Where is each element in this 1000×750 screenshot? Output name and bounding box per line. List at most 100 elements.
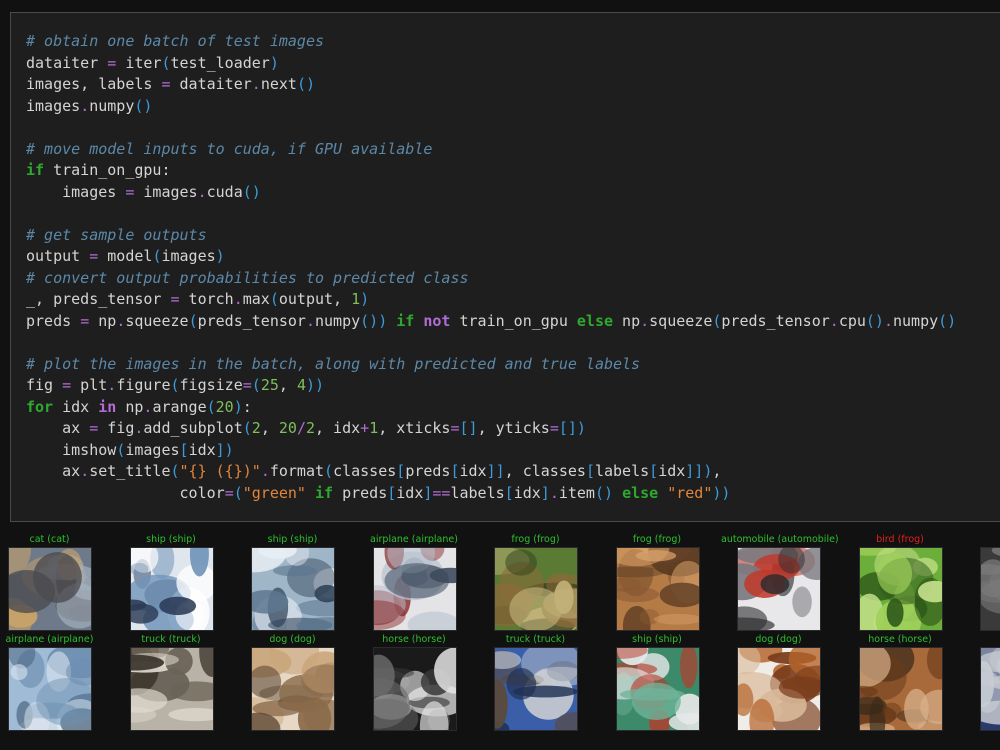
code-token: . (107, 376, 117, 394)
subplot-title: dog (dog) (755, 634, 802, 645)
code-token: labels (450, 483, 505, 502)
code-editor[interactable]: # obtain one batch of test images dataite… (26, 31, 956, 504)
code-token: ( (161, 53, 171, 72)
subplot-title: frog (frog) (511, 534, 560, 545)
code-token: imshow (26, 440, 117, 459)
code-line[interactable]: preds = np.squeeze(preds_tensor.numpy())… (26, 311, 956, 333)
code-token: idx (513, 483, 541, 502)
code-token: images (125, 440, 180, 459)
code-line[interactable]: # plot the images in the batch, along wi… (26, 354, 956, 376)
subplot-thumbnail: airplane (airplane) (357, 534, 472, 634)
code-line[interactable]: fig = plt.figure(figsize=(25, 4)) (26, 375, 956, 397)
subplot-image (615, 647, 700, 731)
subplot-title: horse (horse) (382, 634, 446, 645)
code-token: [ (585, 462, 595, 480)
code-token: []) (558, 419, 586, 437)
code-token: idx (658, 462, 686, 480)
subplot-thumbnail: truck (truck) (478, 634, 593, 734)
code-token: . (305, 311, 315, 330)
subplot-thumbnail: ship (ship) (235, 534, 350, 634)
code-line[interactable]: images.numpy() (26, 96, 956, 118)
code-token: # get sample outputs (26, 225, 207, 244)
code-token: ]] (486, 462, 505, 480)
code-token: preds_tensor (721, 311, 830, 330)
code-token: iter (116, 53, 162, 72)
code-token: ( (170, 376, 180, 394)
code-token: labels (594, 462, 650, 480)
code-line[interactable]: for idx in np.arange(20): (26, 397, 956, 419)
subplot-thumbnail: dog (dog) (721, 634, 836, 734)
code-token: images (26, 182, 126, 201)
code-line[interactable]: color=("green" if preds[idx]==labels[idx… (26, 483, 956, 505)
code-token: . (829, 311, 839, 330)
code-token: . (883, 311, 893, 330)
code-token: ( (269, 290, 279, 308)
code-token: fig (98, 419, 135, 437)
subplot-image (251, 547, 335, 631)
code-token: ( (170, 462, 180, 480)
code-cell[interactable]: # obtain one batch of test images dataite… (10, 12, 1000, 522)
code-line[interactable]: dataiter = iter(test_loader) (26, 53, 956, 75)
code-token: ax (26, 419, 90, 437)
subplot-image (494, 547, 578, 631)
subplot-thumbnail (964, 534, 1000, 634)
code-line[interactable]: images = images.cuda() (26, 182, 956, 204)
code-token: () (865, 311, 884, 330)
code-token: = (80, 311, 90, 330)
subplot-title: truck (truck) (505, 634, 566, 645)
code-line[interactable] (26, 117, 956, 139)
code-token: [ (450, 462, 460, 480)
code-line[interactable]: images, labels = dataiter.next() (26, 74, 956, 96)
code-token: format (269, 462, 325, 480)
subplot-title: airplane (airplane) (370, 534, 458, 545)
code-token: cpu (838, 311, 866, 330)
code-token: () (938, 311, 957, 330)
subplot-thumbnail: frog (frog) (600, 534, 715, 634)
code-line[interactable]: # obtain one batch of test images (26, 31, 956, 53)
code-token: item (558, 483, 595, 502)
code-token: 25 (260, 376, 279, 394)
code-token: . (640, 311, 650, 330)
code-token: figure (116, 376, 171, 394)
code-token: numpy (893, 311, 939, 330)
subplot-thumbnail: ship (ship) (600, 634, 715, 734)
code-token: , (712, 462, 722, 480)
subplot-image (129, 547, 214, 631)
code-line[interactable]: # convert output probabilities to predic… (26, 268, 956, 290)
code-token: [ (179, 440, 189, 459)
code-token: preds_tensor (197, 311, 306, 330)
code-token: idx (53, 397, 99, 416)
code-line[interactable]: output = model(images) (26, 246, 956, 268)
code-token: [ (387, 483, 397, 502)
code-line[interactable] (26, 332, 956, 354)
code-token: preds (405, 462, 451, 480)
code-token: ( (251, 376, 261, 394)
code-token: "red" (667, 483, 713, 502)
code-token: dataiter (170, 75, 252, 93)
code-line[interactable]: if train_on_gpu: (26, 160, 956, 182)
code-token: figsize (179, 376, 243, 394)
code-token: . (197, 182, 207, 201)
code-line[interactable]: _, preds_tensor = torch.max(output, 1) (26, 289, 956, 311)
code-line[interactable]: # move model inputs to cuda, if GPU avai… (26, 139, 956, 161)
code-token: numpy (315, 311, 361, 330)
code-token: images (161, 247, 216, 265)
code-line[interactable]: ax = fig.add_subplot(2, 20/2, idx+1, xti… (26, 418, 956, 440)
code-line[interactable]: imshow(images[idx]) (26, 440, 956, 462)
code-token: train_on_gpu (450, 311, 577, 330)
subplot-image (980, 647, 1000, 731)
subplot-image (737, 547, 821, 631)
code-line[interactable]: ax.set_title("{} ({})".format(classes[pr… (26, 461, 956, 483)
code-token: . (251, 75, 261, 93)
code-token: )) (305, 376, 325, 394)
code-token: = (161, 75, 171, 93)
subplot-title: airplane (airplane) (5, 634, 94, 645)
code-token: = (89, 419, 99, 437)
code-token: if (26, 161, 45, 179)
code-token: # plot the images in the batch, along wi… (26, 354, 641, 373)
code-line[interactable] (26, 203, 956, 225)
code-line[interactable]: # get sample outputs (26, 225, 956, 247)
code-token: output, (278, 290, 352, 308)
